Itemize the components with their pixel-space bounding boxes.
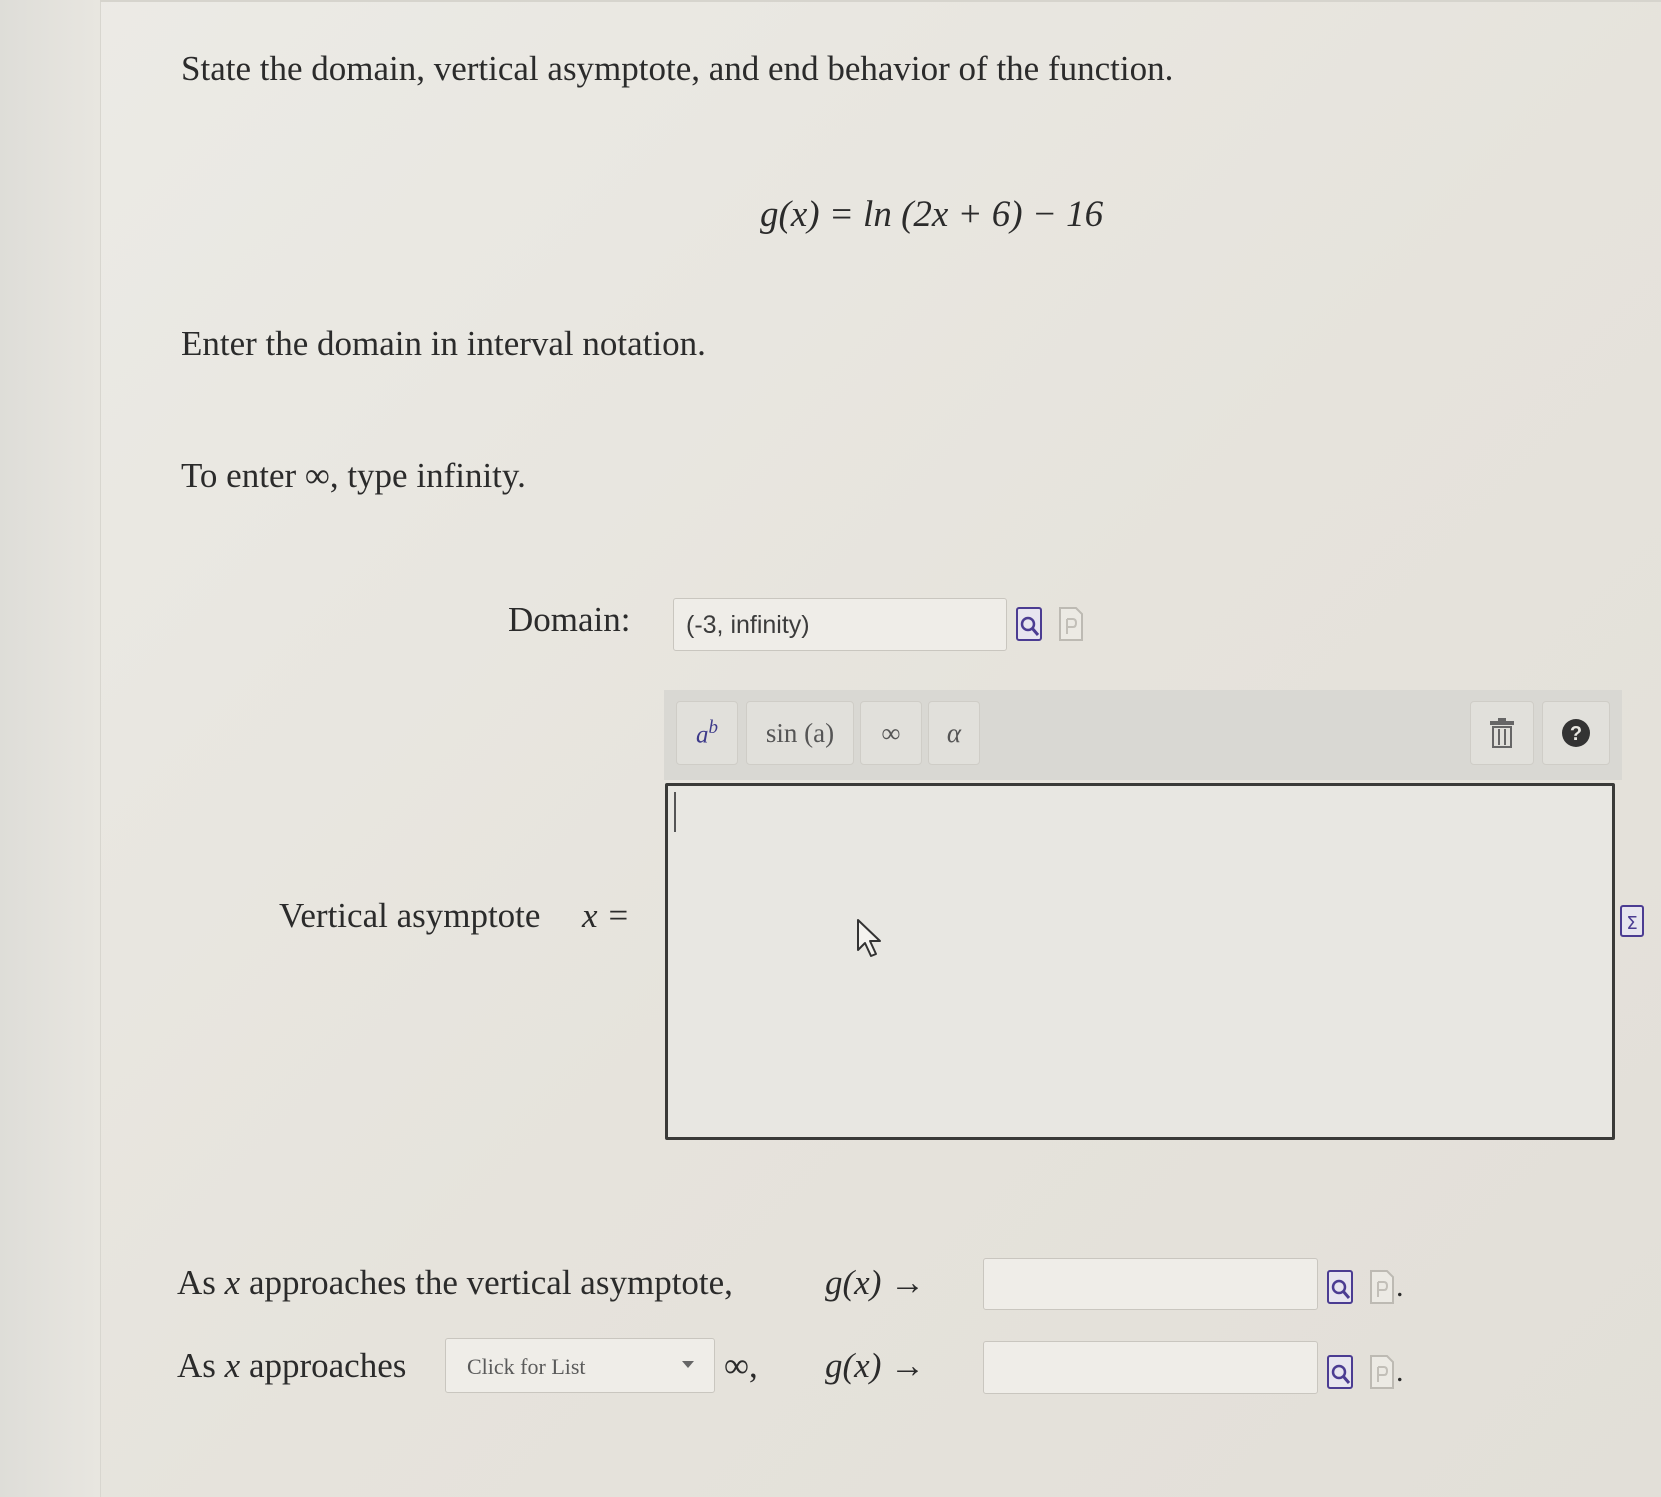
end-behavior-row2-text: As x approaches — [177, 1348, 406, 1383]
asymptote-label: Vertical asymptote — [279, 896, 541, 935]
row1-as: As — [177, 1263, 216, 1302]
asymptote-math-input[interactable] — [665, 783, 1615, 1140]
domain-instruction: Enter the domain in interval notation. — [181, 324, 706, 363]
svg-text:?: ? — [1570, 723, 1582, 745]
syntax-icon[interactable] — [1369, 1270, 1395, 1304]
trash-button[interactable] — [1470, 701, 1534, 765]
text-caret — [674, 792, 676, 832]
row2-answer-input[interactable] — [983, 1341, 1318, 1394]
equation-editor-icon[interactable]: Σ — [1620, 905, 1644, 937]
row1-period: . — [1396, 1270, 1404, 1303]
syntax-icon[interactable] — [1058, 607, 1084, 641]
row1-var: x — [224, 1263, 241, 1302]
row2-rest: approaches — [248, 1346, 407, 1385]
row2-function-label: g(x) → — [825, 1346, 926, 1385]
trash-icon — [1490, 718, 1514, 748]
asymptote-equation-label: x = — [582, 896, 630, 935]
dropdown-placeholder: Click for List — [467, 1354, 586, 1379]
infinity-instruction: To enter ∞, type infinity. — [181, 456, 526, 495]
cursor-pointer-icon — [857, 919, 881, 957]
chevron-down-icon — [682, 1361, 694, 1368]
alpha-button[interactable]: α — [928, 701, 980, 765]
help-button[interactable]: ? — [1542, 701, 1610, 765]
row1-rest: approaches the vertical asymptote, — [248, 1263, 733, 1302]
end-behavior-row1-text: As x approaches the vertical asymptote, — [177, 1265, 733, 1300]
page: State the domain, vertical asymptote, an… — [0, 0, 1661, 1497]
left-margin — [0, 0, 101, 1497]
domain-input-value: (-3, infinity) — [686, 611, 810, 639]
power-button[interactable]: ab — [676, 701, 738, 765]
row2-period: . — [1396, 1355, 1404, 1388]
domain-input[interactable]: (-3, infinity) — [673, 598, 1007, 651]
sin-button[interactable]: sin (a) — [746, 701, 854, 765]
help-icon: ? — [1562, 719, 1590, 747]
sin-button-label: sin (a) — [765, 717, 835, 748]
preview-icon[interactable] — [1327, 1355, 1353, 1389]
approach-direction-dropdown[interactable]: Click for List — [445, 1338, 715, 1393]
row1-answer-input[interactable] — [983, 1258, 1318, 1310]
svg-text:Σ: Σ — [1626, 913, 1637, 934]
preview-icon[interactable] — [1327, 1270, 1353, 1304]
row2-as: As — [177, 1346, 216, 1385]
infinity-button-label: ∞ — [881, 717, 901, 748]
infinity-button[interactable]: ∞ — [860, 701, 922, 765]
preview-icon[interactable] — [1016, 607, 1042, 641]
row2-var: x — [224, 1346, 241, 1385]
math-toolbar: ab sin (a) ∞ α ? — [664, 690, 1622, 780]
syntax-icon[interactable] — [1369, 1355, 1395, 1389]
alpha-button-label: α — [946, 717, 962, 748]
domain-label: Domain: — [508, 600, 631, 639]
row2-infinity: ∞, — [724, 1346, 758, 1385]
row1-function-label: g(x) → — [825, 1263, 926, 1302]
top-divider — [100, 0, 1661, 2]
question-prompt: State the domain, vertical asymptote, an… — [181, 49, 1174, 88]
function-equation: g(x) = ln (2x + 6) − 16 — [760, 194, 1104, 235]
